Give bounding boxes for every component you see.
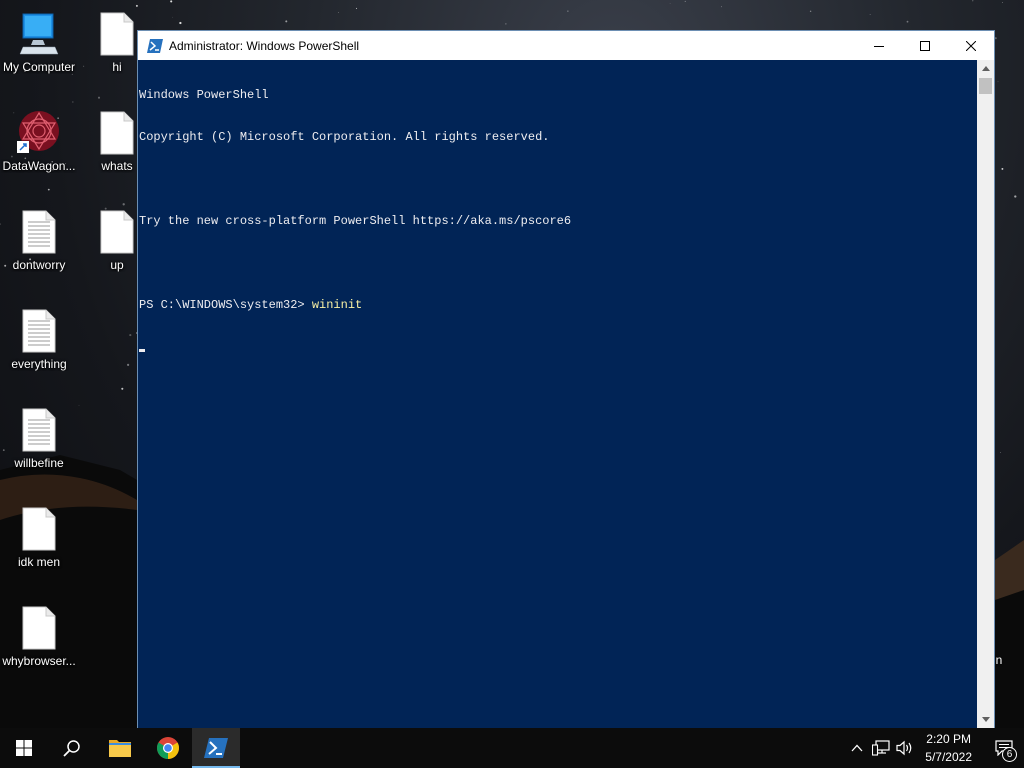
chrome-icon bbox=[157, 737, 179, 759]
minimize-icon bbox=[874, 45, 884, 47]
window-title: Administrator: Windows PowerShell bbox=[169, 38, 360, 53]
desktop-icon-label: dontworry bbox=[12, 258, 66, 272]
taskbar: 2:20 PM 5/7/2022 6 bbox=[0, 728, 1024, 768]
notification-count-badge: 6 bbox=[1002, 747, 1017, 762]
scroll-thumb[interactable] bbox=[979, 78, 992, 94]
prompt-text: PS C:\WINDOWS\system32> bbox=[139, 298, 312, 312]
desktop-icon-label: My Computer bbox=[2, 60, 76, 74]
desktop-icon-label: whybrowser... bbox=[2, 654, 76, 668]
scroll-up-button[interactable] bbox=[977, 60, 994, 77]
cursor-line bbox=[139, 340, 978, 354]
desktop-icon-label: DataWagon... bbox=[2, 159, 76, 173]
chevron-down-icon bbox=[981, 717, 990, 722]
file-explorer-button[interactable] bbox=[96, 728, 144, 768]
maximize-icon bbox=[920, 40, 930, 51]
desktop-icon-my-computer[interactable]: My Computer bbox=[1, 8, 77, 74]
desktop-icon-idk-men[interactable]: idk men bbox=[1, 503, 77, 569]
typed-command: wininit bbox=[311, 298, 363, 312]
vertical-scrollbar[interactable] bbox=[977, 60, 994, 728]
console-output[interactable]: Windows PowerShell Copyright (C) Microso… bbox=[138, 60, 978, 728]
network-icon bbox=[872, 740, 890, 756]
desktop-icon-willbefine[interactable]: willbefine bbox=[1, 404, 77, 470]
text-cursor bbox=[139, 349, 145, 352]
start-icon bbox=[16, 740, 32, 756]
blank-file-icon bbox=[1, 503, 77, 551]
console-line: Windows PowerShell bbox=[139, 88, 269, 102]
desktop-icon-datawagon[interactable]: DataWagon... bbox=[1, 107, 77, 173]
maximize-button[interactable] bbox=[902, 31, 948, 60]
console-line: Copyright (C) Microsoft Corporation. All… bbox=[139, 130, 550, 144]
chevron-up-icon bbox=[981, 66, 990, 71]
computer-icon bbox=[1, 8, 77, 56]
powershell-taskbar-button[interactable] bbox=[192, 728, 240, 768]
minimize-button[interactable] bbox=[856, 31, 902, 60]
chrome-button[interactable] bbox=[144, 728, 192, 768]
clock-date: 5/7/2022 bbox=[925, 750, 972, 764]
desktop-icon-everything[interactable]: everything bbox=[1, 305, 77, 371]
blank-file-icon bbox=[1, 602, 77, 650]
desktop-icon-dontworry[interactable]: dontworry bbox=[1, 206, 77, 272]
show-hidden-icons-button[interactable] bbox=[845, 728, 869, 768]
clock-time: 2:20 PM bbox=[926, 732, 971, 746]
text-file-icon bbox=[1, 404, 77, 452]
powershell-window[interactable]: Administrator: Windows PowerShell Window… bbox=[137, 30, 995, 728]
title-bar[interactable]: Administrator: Windows PowerShell bbox=[138, 31, 994, 60]
system-tray: 2:20 PM 5/7/2022 6 bbox=[845, 728, 1024, 768]
volume-button[interactable] bbox=[893, 728, 917, 768]
desktop-icon-label: idk men bbox=[17, 555, 61, 569]
datawagon-shortcut-icon bbox=[1, 107, 77, 155]
console-line: Try the new cross-platform PowerShell ht… bbox=[139, 214, 572, 228]
action-center-button[interactable]: 6 bbox=[984, 728, 1024, 768]
start-button[interactable] bbox=[0, 728, 48, 768]
text-file-icon bbox=[1, 305, 77, 353]
volume-icon bbox=[896, 740, 912, 756]
network-button[interactable] bbox=[869, 728, 893, 768]
close-button[interactable] bbox=[948, 31, 994, 60]
desktop-icon-whybrowser[interactable]: whybrowser... bbox=[1, 602, 77, 668]
scroll-down-button[interactable] bbox=[977, 711, 994, 728]
desktop-icon-label: willbefine bbox=[14, 456, 64, 470]
text-file-icon bbox=[1, 206, 77, 254]
search-icon bbox=[63, 740, 80, 757]
prompt-line: PS C:\WINDOWS\system32> wininit bbox=[139, 298, 978, 312]
search-button[interactable] bbox=[48, 728, 96, 768]
desktop-icon-label: everything bbox=[11, 357, 67, 371]
powershell-icon bbox=[204, 738, 228, 758]
file-explorer-icon bbox=[109, 740, 131, 757]
clock[interactable]: 2:20 PM 5/7/2022 bbox=[925, 730, 972, 766]
close-icon bbox=[966, 40, 976, 51]
powershell-icon bbox=[147, 38, 163, 53]
chevron-up-icon bbox=[851, 744, 863, 752]
